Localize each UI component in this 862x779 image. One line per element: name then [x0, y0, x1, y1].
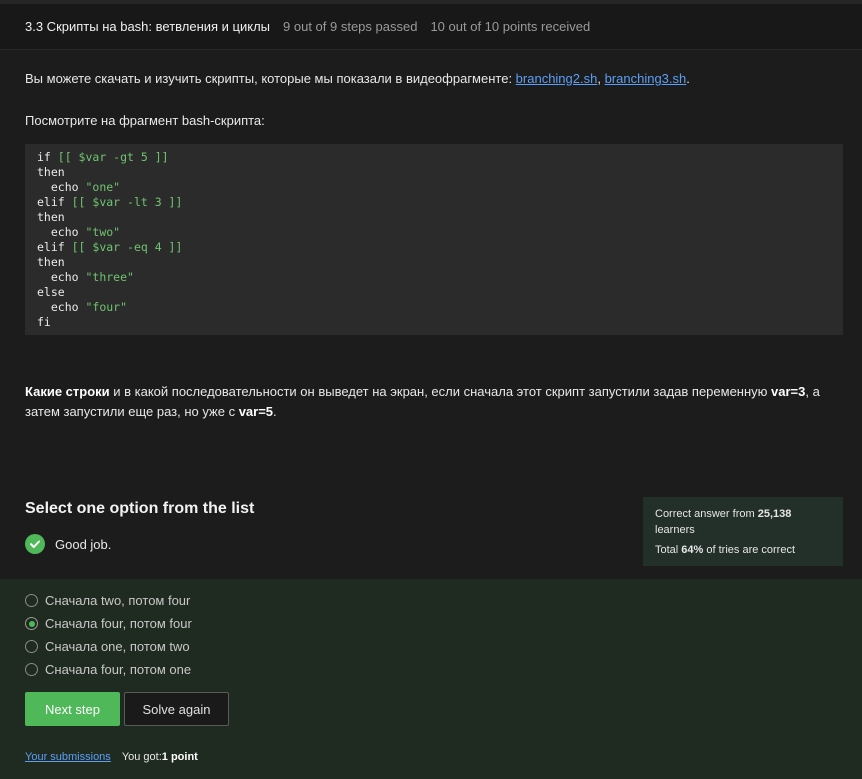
option-3[interactable]: Сначала one, потом two — [25, 639, 190, 654]
code-keyword: echo — [37, 225, 79, 239]
code-keyword: then — [37, 255, 65, 269]
stats-learners: Correct answer from 25,138 learners — [655, 506, 831, 538]
intro-label: Вы можете скачать и изучить скрипты, кот… — [25, 71, 516, 86]
question-text: Какие строки и в какой последовательност… — [25, 382, 835, 422]
steps-progress: 9 out of 9 steps passed — [283, 19, 418, 34]
score-label: You got: — [121, 751, 162, 763]
question-bold: Какие строки — [25, 384, 110, 399]
feedback-text: Good job. — [55, 536, 112, 552]
answer-panel — [0, 579, 862, 779]
option-label: Сначала two, потом four — [45, 593, 191, 608]
intro-end: . — [686, 71, 690, 86]
code-condition: [[ $var -lt 3 ]] — [64, 195, 183, 209]
quiz-title: Select one option from the list — [25, 500, 255, 517]
intro-text: Вы можете скачать и изучить скрипты, кот… — [25, 71, 690, 86]
option-label: Сначала four, потом one — [45, 662, 192, 677]
code-keyword: elif — [37, 195, 65, 209]
code-keyword: then — [37, 210, 65, 224]
answer-stats: Correct answer from 25,138 learners Tota… — [643, 497, 843, 566]
stats-label: of tries are correct — [703, 544, 796, 556]
stats-label: Correct answer from — [655, 508, 758, 520]
option-label: Сначала four, потом four — [45, 616, 192, 631]
lesson-header: 3.3 Скрипты на bash: ветвления и циклы 9… — [0, 0, 862, 50]
code-keyword: then — [37, 165, 65, 179]
solve-again-button[interactable]: Solve again — [124, 692, 229, 726]
branching3-link[interactable]: branching3.sh — [605, 71, 687, 86]
next-step-button[interactable]: Next step — [25, 692, 120, 726]
code-keyword: echo — [37, 300, 79, 314]
your-submissions-link[interactable]: Your submissions — [25, 751, 111, 763]
question-part: . — [273, 404, 277, 419]
code-string: "one" — [78, 180, 121, 194]
var3-bold: var=3 — [771, 384, 806, 399]
question-part: и в какой последовательности он выведет … — [109, 384, 772, 399]
option-label: Сначала one, потом two — [45, 639, 190, 654]
code-keyword: echo — [37, 270, 79, 284]
lesson-title[interactable]: 3.3 Скрипты на bash: ветвления и циклы — [25, 19, 270, 34]
code-keyword: if — [37, 150, 51, 164]
code-keyword: else — [37, 285, 65, 299]
branching2-link[interactable]: branching2.sh — [516, 71, 598, 86]
option-4[interactable]: Сначала four, потом one — [25, 662, 191, 677]
code-condition: [[ $var -gt 5 ]] — [50, 150, 169, 164]
option-2[interactable]: Сначала four, потом four — [25, 616, 192, 631]
code-string: "four" — [78, 300, 128, 314]
bash-code-block: if [[ $var -gt 5 ]] then echo "one" elif… — [25, 144, 843, 335]
code-condition: [[ $var -eq 4 ]] — [64, 240, 183, 254]
submission-footer: Your submissions You got: 1 point — [25, 751, 198, 763]
code-prompt: Посмотрите на фрагмент bash-скрипта: — [25, 113, 265, 128]
radio-button-selected[interactable] — [25, 617, 38, 630]
code-keyword: elif — [37, 240, 65, 254]
code-keyword: echo — [37, 180, 79, 194]
option-1[interactable]: Сначала two, потом four — [25, 593, 190, 608]
check-circle-icon — [25, 534, 45, 554]
percent-value: 64% — [681, 544, 704, 556]
feedback: Good job. — [25, 534, 111, 554]
radio-button[interactable] — [25, 594, 38, 607]
radio-button[interactable] — [25, 640, 38, 653]
stats-label: Total — [655, 544, 682, 556]
stats-percent: Total 64% of tries are correct — [655, 542, 831, 558]
var5-bold: var=5 — [238, 404, 274, 419]
radio-button[interactable] — [25, 663, 38, 676]
stats-label: learners — [655, 524, 695, 536]
code-string: "two" — [78, 225, 121, 239]
link-separator: , — [597, 71, 605, 86]
points-progress: 10 out of 10 points received — [430, 19, 591, 34]
code-keyword: fi — [37, 315, 51, 329]
learners-count: 25,138 — [757, 508, 792, 520]
code-string: "three" — [78, 270, 134, 284]
score-value: 1 point — [161, 751, 198, 763]
